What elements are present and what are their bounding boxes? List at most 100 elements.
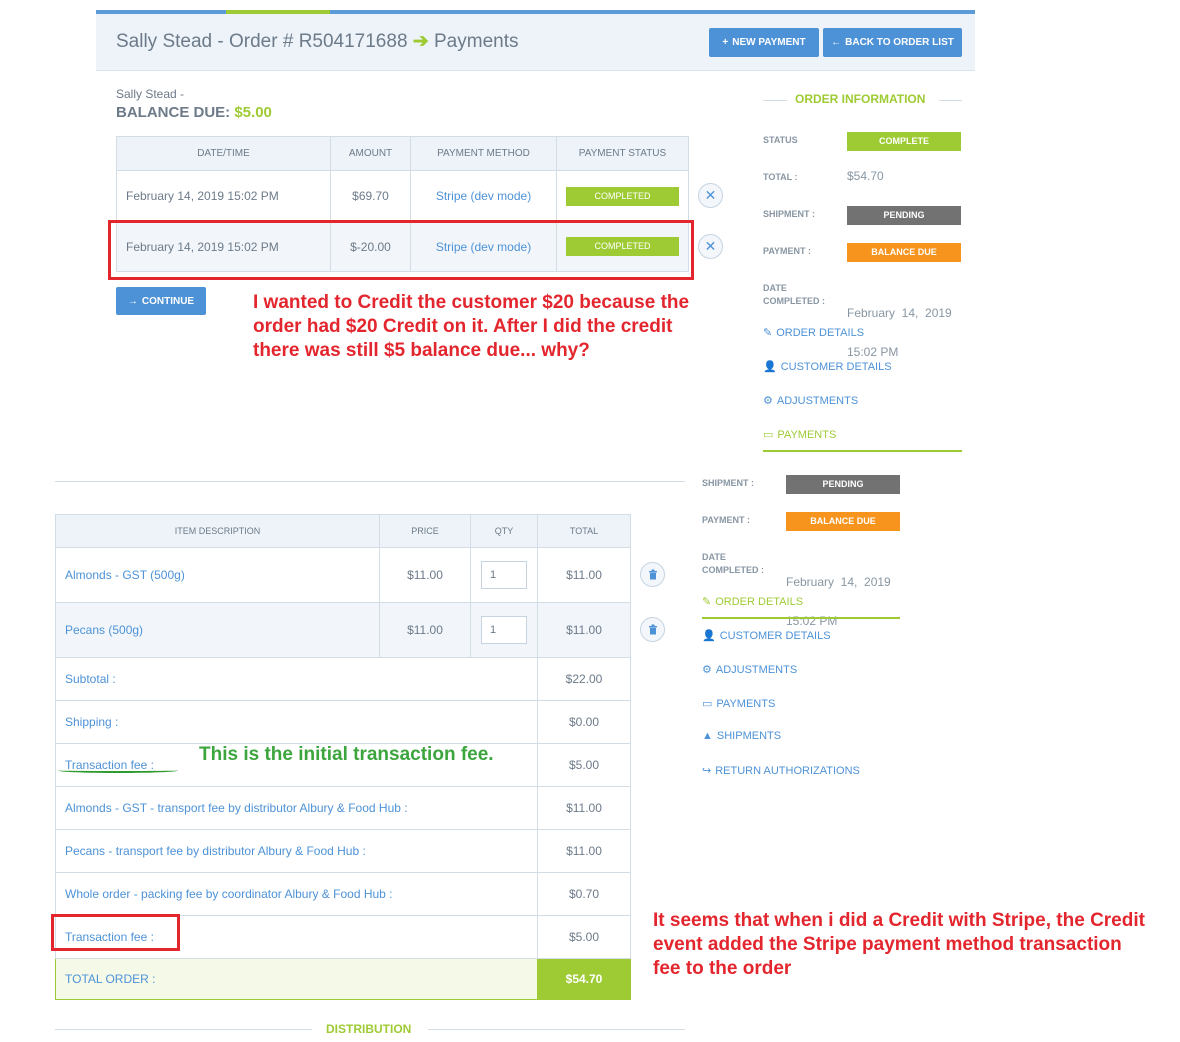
summary-row: Shipping : $0.00 — [55, 700, 631, 744]
payment-method-link[interactable]: Stripe (dev mode) — [410, 170, 557, 222]
summary-label: Subtotal : — [55, 657, 538, 701]
payment-label: PAYMENT : — [763, 246, 812, 256]
delete-item-button[interactable] — [640, 617, 665, 642]
total-order-row: TOTAL ORDER : $54.70 — [55, 958, 631, 1000]
order-details-link[interactable]: ✎ ORDER DETAILS — [702, 595, 804, 609]
page-title-suffix: Payments — [434, 31, 519, 52]
summary-label: Pecans - transport fee by distributor Al… — [55, 829, 538, 873]
heading-divider — [939, 100, 962, 101]
item-price: $11.00 — [379, 547, 471, 603]
summary-row: Almonds - GST - transport fee by distrib… — [55, 786, 631, 830]
continue-button[interactable]: → CONTINUE — [116, 287, 206, 315]
summary-label: Whole order - packing fee by coordinator… — [55, 872, 538, 916]
adjustments-link[interactable]: ⚙ ADJUSTMENTS — [763, 394, 859, 408]
customer-details-link[interactable]: 👤 CUSTOMER DETAILS — [702, 629, 831, 643]
customer-details-link[interactable]: 👤 CUSTOMER DETAILS — [763, 360, 892, 374]
heading-divider — [763, 100, 787, 101]
shipment-label: SHIPMENT : — [702, 478, 755, 488]
item-description[interactable]: Almonds - GST (500g) — [55, 547, 380, 603]
customer-name: Sally Stead - — [116, 87, 185, 101]
column-header: ITEM DESCRIPTION — [55, 514, 380, 548]
total-label: TOTAL : — [763, 172, 798, 182]
summary-value: $5.00 — [537, 915, 631, 959]
void-payment-button[interactable]: ✕ — [698, 234, 723, 259]
shipment-label: SHIPMENT : — [763, 209, 816, 219]
date-label-line: COMPLETED : — [763, 296, 825, 306]
status-label: STATUS — [763, 135, 798, 145]
void-payment-button[interactable]: ✕ — [698, 183, 723, 208]
customer-details-label: CUSTOMER DETAILS — [780, 360, 892, 373]
return-authorizations-link[interactable]: ↪ RETURN AUTHORIZATIONS — [702, 764, 860, 778]
date-label-line: DATE — [702, 552, 726, 562]
column-header: QTY — [470, 514, 538, 548]
column-header: PAYMENT STATUS — [556, 136, 689, 171]
balance-due-amount: $5.00 — [234, 104, 272, 121]
delete-item-button[interactable] — [640, 562, 665, 587]
item-qty-cell: 1 — [470, 547, 538, 603]
active-link-underline — [702, 617, 900, 619]
column-header: PAYMENT METHOD — [410, 136, 557, 171]
payments-label: PAYMENTS — [777, 428, 837, 441]
summary-row: Whole order - packing fee by coordinator… — [55, 872, 631, 916]
continue-label: CONTINUE — [141, 295, 195, 307]
balance-due-label: BALANCE DUE: — [116, 104, 231, 121]
gears-icon: ⚙ — [763, 395, 773, 407]
order-details-label: ORDER DETAILS — [715, 595, 804, 608]
payments-link[interactable]: ▭ PAYMENTS — [702, 697, 776, 711]
order-details-link[interactable]: ✎ ORDER DETAILS — [763, 326, 865, 340]
table-header-row: ITEM DESCRIPTION PRICE QTY TOTAL — [55, 514, 631, 548]
date-label-line: DATE — [763, 283, 787, 293]
item-total: $11.00 — [537, 547, 631, 603]
payment-label: PAYMENT : — [702, 515, 751, 525]
total-order-label: TOTAL ORDER : — [55, 958, 538, 1000]
summary-value: $11.00 — [537, 786, 631, 830]
total-value: $54.70 — [847, 169, 884, 183]
payments-link[interactable]: ▭ PAYMENTS — [763, 428, 837, 442]
page-title-prefix: Sally Stead - Order # R504171688 — [116, 31, 408, 52]
payment-status-badge: BALANCE DUE — [786, 512, 900, 531]
edit-icon: ✎ — [763, 327, 773, 339]
payment-amount: $69.70 — [330, 170, 411, 222]
summary-value: $22.00 — [537, 657, 631, 701]
annotation-note: I wanted to Credit the customer $20 beca… — [253, 292, 690, 361]
item-qty-cell: 1 — [470, 602, 538, 658]
credit-card-icon: ▭ — [763, 429, 774, 441]
back-to-order-list-label: BACK TO ORDER LIST — [845, 37, 954, 48]
quantity-input[interactable]: 1 — [481, 561, 527, 589]
back-to-order-list-button[interactable]: ← BACK TO ORDER LIST — [823, 28, 962, 57]
edit-icon: ✎ — [702, 596, 712, 608]
shipment-status-badge: PENDING — [847, 206, 961, 225]
balance-due: BALANCE DUE: $5.00 — [116, 104, 272, 121]
shipments-link[interactable]: ▲ SHIPMENTS — [702, 730, 781, 742]
trash-icon — [648, 624, 657, 635]
customer-details-label: CUSTOMER DETAILS — [719, 629, 831, 642]
quantity-input[interactable]: 1 — [481, 616, 527, 644]
total-order-value: $54.70 — [537, 958, 631, 1000]
arrow-right-icon: → — [127, 295, 138, 307]
arrow-left-icon: ← — [831, 37, 842, 48]
order-details-label: ORDER DETAILS — [776, 326, 865, 339]
user-icon: 👤 — [763, 361, 777, 373]
page-title: Sally Stead - Order # R504171688 ➔ Payme… — [116, 30, 518, 53]
user-icon: 👤 — [702, 630, 716, 642]
column-header: PRICE — [379, 514, 471, 548]
date-label-line: COMPLETED : — [702, 565, 764, 575]
right-arrow-icon: ➔ — [412, 31, 429, 52]
adjustments-label: ADJUSTMENTS — [715, 663, 798, 676]
adjustments-link[interactable]: ⚙ ADJUSTMENTS — [702, 663, 798, 677]
date-value-line: 15:02 PM — [847, 345, 899, 359]
column-header: DATE/TIME — [116, 136, 331, 171]
summary-label: Shipping : — [55, 700, 538, 744]
adjustments-label: ADJUSTMENTS — [776, 394, 859, 407]
item-description[interactable]: Pecans (500g) — [55, 602, 380, 658]
status-badge: COMPLETED — [566, 186, 679, 206]
close-icon: ✕ — [704, 187, 717, 203]
heading-divider — [428, 1029, 685, 1030]
new-payment-button[interactable]: + NEW PAYMENT — [709, 28, 819, 57]
payments-label: PAYMENTS — [716, 697, 776, 710]
return-authorizations-label: RETURN AUTHORIZATIONS — [715, 764, 860, 777]
table-header-row: DATE/TIME AMOUNT PAYMENT METHOD PAYMENT … — [116, 136, 689, 171]
date-value-line: February 14, 2019 — [786, 575, 891, 589]
payment-datetime: February 14, 2019 15:02 PM — [116, 170, 331, 222]
distribution-heading: DISTRIBUTION — [326, 1022, 412, 1036]
